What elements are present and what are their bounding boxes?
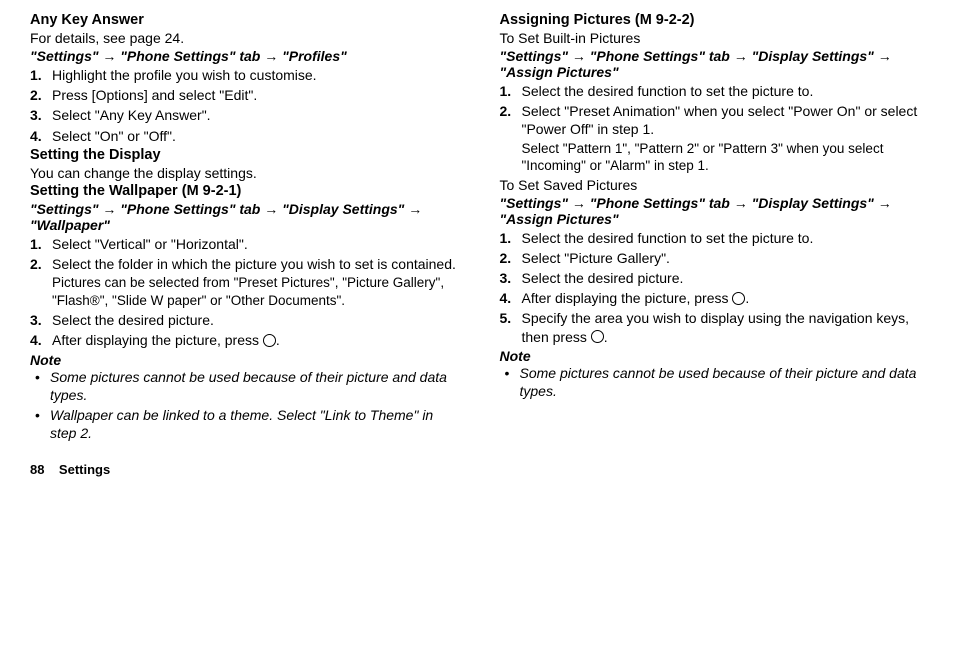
saved-notes: Some pictures cannot be used because of …	[500, 364, 930, 400]
builtin-subheading: To Set Built-in Pictures	[500, 30, 930, 46]
ok-button-icon	[732, 292, 745, 305]
list-item-text: Select "Preset Animation" when you selec…	[522, 103, 918, 137]
page-footer: 88 Settings	[30, 462, 929, 477]
list-item-text: After displaying the picture, press	[52, 332, 263, 348]
assign-pictures-heading: Assigning Pictures (M 9-2-2)	[500, 12, 930, 28]
builtin-navpath: "Settings" → "Phone Settings" tab → "Dis…	[500, 48, 930, 80]
list-item: After displaying the picture, press .	[30, 331, 460, 349]
note-label: Note	[500, 348, 930, 364]
ok-button-icon	[263, 334, 276, 347]
list-item-after: .	[745, 290, 749, 306]
left-column: Any Key Answer For details, see page 24.…	[30, 10, 460, 444]
right-column: Assigning Pictures (M 9-2-2) To Set Buil…	[500, 10, 930, 444]
any-key-answer-details: For details, see page 24.	[30, 30, 460, 46]
any-key-answer-steps: Highlight the profile you wish to custom…	[30, 66, 460, 145]
saved-navpath: "Settings" → "Phone Settings" tab → "Dis…	[500, 195, 930, 227]
setting-wallpaper-heading-text: Setting the Wallpaper	[30, 183, 182, 199]
list-item: Highlight the profile you wish to custom…	[30, 66, 460, 84]
saved-steps: Select the desired function to set the p…	[500, 229, 930, 346]
list-item: After displaying the picture, press .	[500, 289, 930, 307]
builtin-steps: Select the desired function to set the p…	[500, 82, 930, 175]
footer-section: Settings	[59, 462, 110, 477]
saved-subheading: To Set Saved Pictures	[500, 177, 930, 193]
setting-display-heading: Setting the Display	[30, 147, 460, 163]
list-item: Select "Vertical" or "Horizontal".	[30, 235, 460, 253]
list-item-subtext: Select "Pattern 1", "Pattern 2" or "Patt…	[522, 140, 930, 175]
list-item-text: Select the folder in which the picture y…	[52, 256, 456, 272]
note-item: Some pictures cannot be used because of …	[30, 368, 460, 404]
note-item: Some pictures cannot be used because of …	[500, 364, 930, 400]
setting-wallpaper-menucode: (M 9-2-1)	[182, 183, 242, 199]
any-key-answer-navpath: "Settings" → "Phone Settings" tab → "Pro…	[30, 48, 460, 64]
note-label: Note	[30, 352, 460, 368]
list-item-after: .	[276, 332, 280, 348]
assign-pictures-heading-text: Assigning Pictures	[500, 12, 635, 28]
list-item: Select the desired picture.	[30, 311, 460, 329]
list-item: Specify the area you wish to display usi…	[500, 309, 930, 345]
setting-wallpaper-navpath: "Settings" → "Phone Settings" tab → "Dis…	[30, 201, 460, 233]
setting-wallpaper-steps: Select "Vertical" or "Horizontal". Selec…	[30, 235, 460, 350]
list-item-text: After displaying the picture, press	[522, 290, 733, 306]
list-item: Select the folder in which the picture y…	[30, 255, 460, 309]
list-item: Select "Preset Animation" when you selec…	[500, 102, 930, 174]
ok-button-icon	[591, 330, 604, 343]
list-item: Press [Options] and select "Edit".	[30, 86, 460, 104]
list-item: Select the desired picture.	[500, 269, 930, 287]
list-item: Select "On" or "Off".	[30, 127, 460, 145]
setting-wallpaper-notes: Some pictures cannot be used because of …	[30, 368, 460, 443]
list-item: Select the desired function to set the p…	[500, 229, 930, 247]
list-item-text: Specify the area you wish to display usi…	[522, 310, 910, 344]
any-key-answer-heading: Any Key Answer	[30, 12, 460, 28]
list-item-subtext: Pictures can be selected from "Preset Pi…	[52, 274, 460, 309]
assign-pictures-menucode: (M 9-2-2)	[635, 12, 695, 28]
list-item: Select "Picture Gallery".	[500, 249, 930, 267]
setting-display-desc: You can change the display settings.	[30, 165, 460, 181]
note-item: Wallpaper can be linked to a theme. Sele…	[30, 406, 460, 442]
list-item: Select the desired function to set the p…	[500, 82, 930, 100]
page-number: 88	[30, 462, 44, 477]
list-item: Select "Any Key Answer".	[30, 106, 460, 124]
setting-wallpaper-heading: Setting the Wallpaper (M 9-2-1)	[30, 183, 460, 199]
list-item-after: .	[604, 329, 608, 345]
